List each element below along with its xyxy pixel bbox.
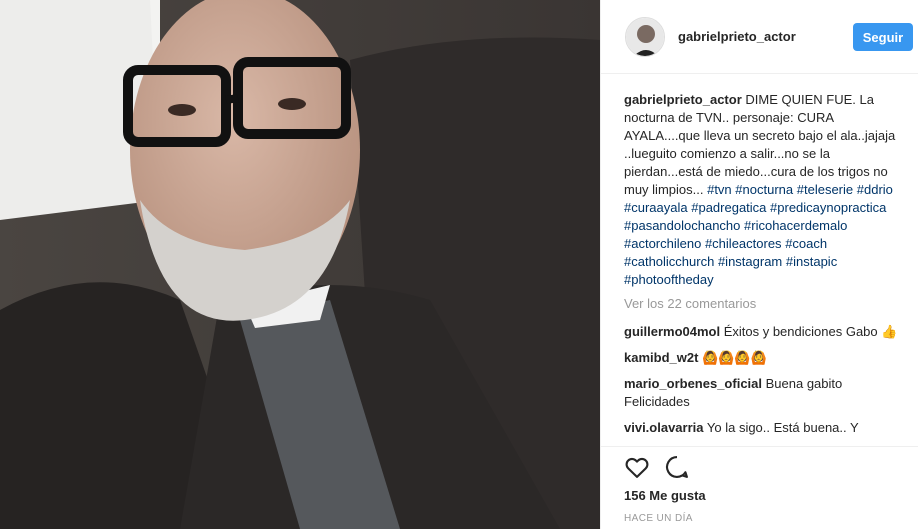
comment-username[interactable]: vivi.olavarria xyxy=(624,420,704,435)
avatar[interactable] xyxy=(625,17,665,57)
hashtag-link[interactable]: #chileactores xyxy=(705,236,782,251)
comment-text: 🙆🙆🙆🙆 xyxy=(702,350,767,365)
caption-username[interactable]: gabrielprieto_actor xyxy=(624,92,742,107)
hashtags: #tvn #nocturna #teleserie #ddrio #curaay… xyxy=(624,182,893,287)
hashtag-link[interactable]: #curaayala xyxy=(624,200,688,215)
hashtag-link[interactable]: #instagram xyxy=(718,254,782,269)
post-timestamp[interactable]: HACE UN DÍA xyxy=(624,513,693,524)
comment-item: kamibd_w2t 🙆🙆🙆🙆 xyxy=(624,349,910,367)
comment-item: guillermo04mol Éxitos y bendiciones Gabo… xyxy=(624,323,910,341)
comment-text: Yo la sigo.. Está buena.. Y xyxy=(706,420,859,435)
comment-item: mario_orbenes_oficial Buena gabito Felic… xyxy=(624,375,910,411)
hashtag-link[interactable]: #ddrio xyxy=(857,182,893,197)
hashtag-link[interactable]: #actorchileno xyxy=(624,236,701,251)
hashtag-link[interactable]: #nocturna xyxy=(735,182,793,197)
post-photo[interactable] xyxy=(0,0,600,529)
comments-list[interactable]: gabrielprieto_actor DIME QUIEN FUE. La n… xyxy=(624,91,910,443)
comment-username[interactable]: guillermo04mol xyxy=(624,324,720,339)
comment-icon[interactable] xyxy=(663,453,691,481)
post-actions: 156 Me gusta HACE UN DÍA xyxy=(601,446,918,529)
hashtag-link[interactable]: #tvn xyxy=(707,182,732,197)
caption: gabrielprieto_actor DIME QUIEN FUE. La n… xyxy=(624,91,910,289)
header-username[interactable]: gabrielprieto_actor xyxy=(678,29,796,44)
heart-icon[interactable] xyxy=(623,453,651,481)
hashtag-link[interactable]: #catholicchurch xyxy=(624,254,714,269)
hashtag-link[interactable]: #instapic xyxy=(786,254,837,269)
hashtag-link[interactable]: #pasandolochancho xyxy=(624,218,740,233)
photo-image xyxy=(0,0,600,529)
hashtag-link[interactable]: #teleserie xyxy=(797,182,853,197)
hashtag-link[interactable]: #predicaynopractica xyxy=(770,200,886,215)
avatar-image xyxy=(626,18,664,56)
hashtag-link[interactable]: #coach xyxy=(785,236,827,251)
follow-button[interactable]: Seguir xyxy=(853,23,913,51)
comment-username[interactable]: mario_orbenes_oficial xyxy=(624,376,762,391)
comment-username[interactable]: kamibd_w2t xyxy=(624,350,698,365)
likes-count[interactable]: 156 Me gusta xyxy=(624,488,706,503)
comment-item: vivi.olavarria Yo la sigo.. Está buena..… xyxy=(624,419,910,437)
comment-text: Éxitos y bendiciones Gabo 👍 xyxy=(723,324,898,339)
post-header: gabrielprieto_actor Seguir xyxy=(601,0,918,74)
hashtag-link[interactable]: #photooftheday xyxy=(624,272,714,287)
hashtag-link[interactable]: #ricohacerdemalo xyxy=(744,218,847,233)
view-comments-link[interactable]: Ver los 22 comentarios xyxy=(624,295,910,313)
post-panel: gabrielprieto_actor Seguir gabrielprieto… xyxy=(600,0,918,529)
hashtag-link[interactable]: #padregatica xyxy=(691,200,766,215)
